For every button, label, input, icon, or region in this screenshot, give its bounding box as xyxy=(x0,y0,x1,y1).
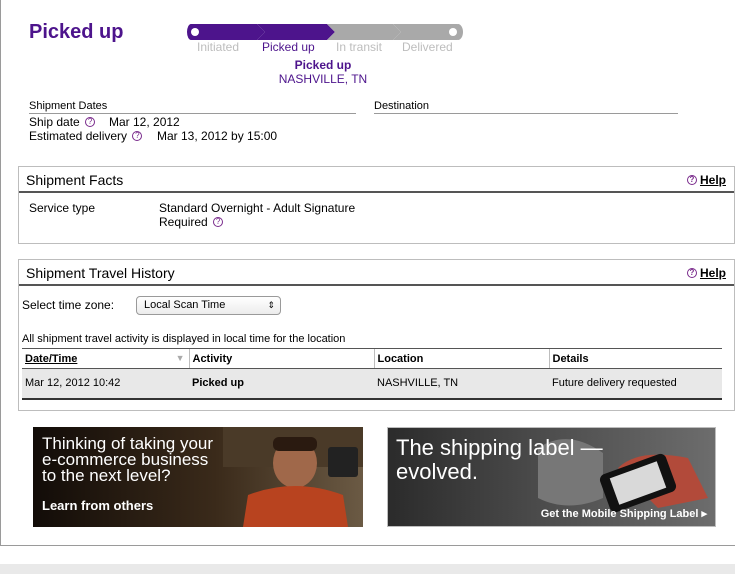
end-dot-icon xyxy=(449,28,457,36)
ship-date-row: Ship date ? xyxy=(29,115,96,129)
column-header-details: Details xyxy=(548,348,722,369)
progress-bar-graphic xyxy=(187,24,463,40)
service-type-value-cont: Required ? xyxy=(159,215,224,229)
ecommerce-promo-banner[interactable]: Thinking of taking your e-commerce busin… xyxy=(33,427,363,527)
timezone-select[interactable]: Local Scan Time ⇕ xyxy=(136,296,281,315)
shipment-facts-header: Shipment Facts ? Help xyxy=(19,167,734,193)
mobile-shipping-label-promo-banner[interactable]: The shipping label — evolved. Get the Mo… xyxy=(387,427,716,527)
progress-tracker xyxy=(187,24,463,40)
column-header-datetime[interactable]: Date/Time ▼ xyxy=(22,348,189,369)
progress-segment-delivered xyxy=(393,24,457,40)
sort-arrow-icon: ▼ xyxy=(175,353,185,363)
progress-segment-in-transit xyxy=(327,24,401,40)
destination-label: Destination xyxy=(374,100,678,114)
progress-segment-initiated xyxy=(191,24,265,40)
column-header-location: Location xyxy=(373,348,549,369)
shipment-facts-title: Shipment Facts xyxy=(26,172,124,188)
help-link-label: Help xyxy=(699,173,726,187)
promo-left-headline: Thinking of taking your e-commerce busin… xyxy=(42,435,213,485)
estimated-delivery-label: Estimated delivery xyxy=(29,129,128,143)
column-header-activity: Activity xyxy=(188,348,374,369)
promo-right-line2: evolved. xyxy=(396,459,478,484)
help-link[interactable]: ? Help xyxy=(685,260,726,286)
promo-right-line1: The shipping label — xyxy=(396,435,603,460)
help-question-icon: ? xyxy=(686,175,697,185)
help-question-icon[interactable]: ? xyxy=(132,131,143,141)
get-mobile-shipping-label-link[interactable]: Get the Mobile Shipping Label ▸ xyxy=(541,507,707,520)
help-link-label: Help xyxy=(699,266,726,280)
column-header-datetime-label: Date/Time xyxy=(25,352,78,365)
shipment-dates-label: Shipment Dates xyxy=(29,100,356,114)
estimated-delivery-row: Estimated delivery ? xyxy=(29,129,143,143)
page-footer-strip xyxy=(0,564,735,574)
help-question-icon[interactable]: ? xyxy=(213,217,224,227)
timezone-select-value: Local Scan Time xyxy=(144,299,226,311)
help-link[interactable]: ? Help xyxy=(685,167,726,193)
cell-activity: Picked up xyxy=(189,368,374,400)
ship-date-label: Ship date xyxy=(29,115,80,129)
travel-history-panel: Shipment Travel History ? Help Select tim… xyxy=(18,259,735,411)
updown-arrow-icon: ⇕ xyxy=(267,300,275,310)
service-type-label: Service type xyxy=(29,201,96,215)
cell-details: Future delivery requested xyxy=(549,368,722,400)
step-delivered: Delivered xyxy=(402,40,453,54)
travel-history-title: Shipment Travel History xyxy=(26,265,175,281)
table-row: Mar 12, 2012 10:42 Picked up NASHVILLE, … xyxy=(22,368,722,400)
travel-history-table: Date/Time ▼ Activity Location Details Ma… xyxy=(22,348,722,400)
timezone-label: Select time zone: xyxy=(22,298,115,312)
step-picked-up: Picked up xyxy=(262,40,315,54)
cell-location: NASHVILLE, TN xyxy=(374,368,549,400)
service-type-value-line2: Required xyxy=(159,215,208,229)
current-location: NASHVILLE, TN xyxy=(278,72,368,86)
status-title: Picked up xyxy=(29,21,124,43)
ship-date-value: Mar 12, 2012 xyxy=(109,115,180,129)
progress-segment-picked-up xyxy=(257,24,335,40)
current-status: Picked up xyxy=(294,58,352,72)
start-dot-icon xyxy=(191,28,199,36)
history-note: All shipment travel activity is displaye… xyxy=(22,333,346,345)
help-question-icon[interactable]: ? xyxy=(85,117,96,127)
step-in-transit: In transit xyxy=(336,40,383,54)
cell-datetime: Mar 12, 2012 10:42 xyxy=(22,368,189,400)
help-question-icon: ? xyxy=(686,268,697,278)
service-type-value: Standard Overnight - Adult Signature xyxy=(159,201,356,215)
promo-right-headline: The shipping label — evolved. xyxy=(396,436,603,484)
promo-left-line3: to the next level? xyxy=(42,466,171,485)
travel-history-header: Shipment Travel History ? Help xyxy=(19,260,734,286)
shipment-facts-panel: Shipment Facts ? Help Service type Standa… xyxy=(18,166,735,244)
estimated-delivery-value: Mar 13, 2012 by 15:00 xyxy=(157,129,278,143)
step-initiated: Initiated xyxy=(197,40,240,54)
learn-from-others-link[interactable]: Learn from others xyxy=(42,498,153,513)
table-header-row: Date/Time ▼ Activity Location Details xyxy=(22,348,722,369)
shipment-detail-frame: Picked up Initiated Picked up In transit… xyxy=(0,0,735,546)
